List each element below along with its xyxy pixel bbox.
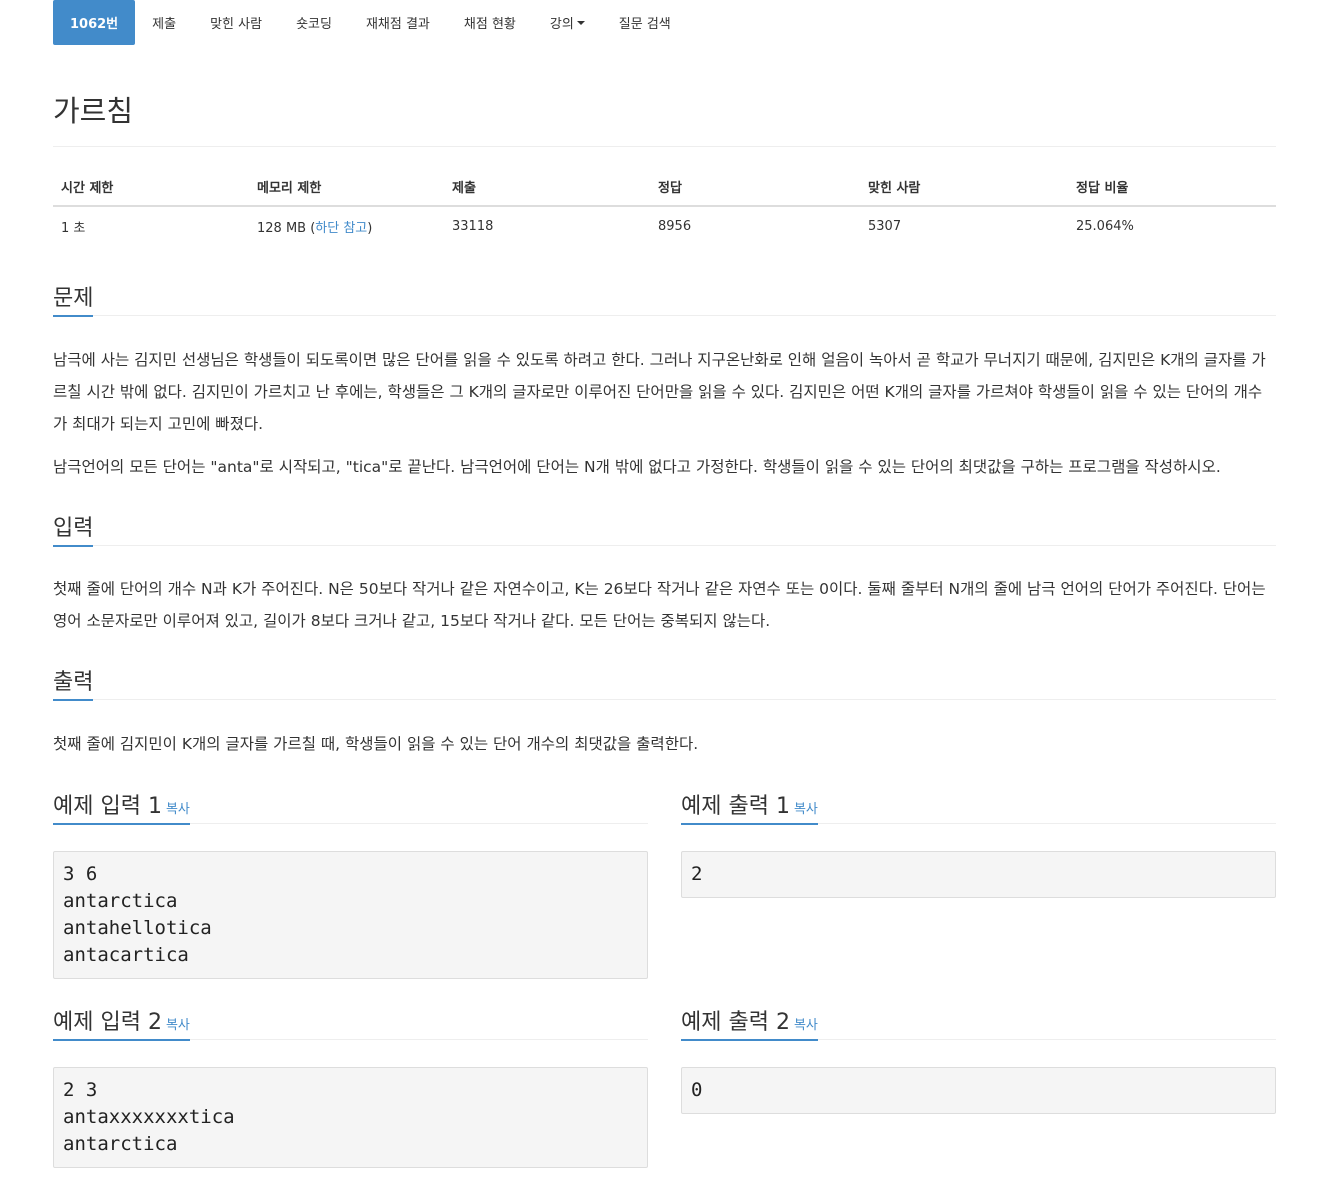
tab-submit[interactable]: 제출 [135, 0, 193, 45]
sample-input-2-data: 2 3 antaxxxxxxxtica antarctica [53, 1067, 648, 1168]
sample-output-2-header: 예제 출력 2 복사 [681, 1004, 1276, 1041]
header-accepted: 정답 [650, 168, 860, 207]
problem-info-table: 시간 제한 메모리 제한 제출 정답 맞힌 사람 정답 비율 1 초 128 M… [53, 168, 1276, 245]
output-heading: 출력 [53, 664, 94, 701]
table-row: 1 초 128 MB (하단 참고) 33118 8956 5307 25.06… [53, 206, 1276, 245]
problem-description-2: 남극언어의 모든 단어는 "anta"로 시작되고, "tica"로 끝난다. … [53, 458, 1221, 476]
problem-description: 남극에 사는 김지민 선생님은 학생들이 되도록이면 많은 단어를 읽을 수 있… [53, 351, 1266, 433]
sample-output-1-header: 예제 출력 1 복사 [681, 788, 1276, 825]
sample-output-1-title: 예제 출력 1 복사 [681, 788, 818, 825]
header-memory-limit: 메모리 제한 [249, 168, 444, 207]
memory-limit-close: ) [367, 220, 373, 236]
copy-button[interactable]: 복사 [794, 802, 818, 817]
header-ratio: 정답 비율 [1068, 168, 1276, 207]
sample-input-2-title: 예제 입력 2 복사 [53, 1004, 190, 1041]
sample-input-2-header: 예제 입력 2 복사 [53, 1004, 648, 1041]
input-section-header: 입력 [53, 510, 1276, 547]
sample-output-2-title-text: 예제 출력 2 [681, 1010, 790, 1035]
submissions-value: 33118 [452, 218, 494, 234]
time-limit-value: 1 초 [61, 220, 86, 236]
sample-input-2-title-text: 예제 입력 2 [53, 1010, 162, 1035]
memory-note-link[interactable]: 하단 참고 [315, 221, 367, 236]
page-title: 가르침 [53, 94, 134, 128]
tab-short-coding[interactable]: 숏코딩 [279, 0, 349, 45]
tab-status[interactable]: 채점 현황 [447, 0, 533, 45]
tab-problem-number[interactable]: 1062번 [53, 0, 136, 45]
sample-input-1-data: 3 6 antarctica antahellotica antacartica [53, 851, 648, 979]
tab-rejudge[interactable]: 재채점 결과 [349, 0, 447, 45]
memory-limit-cell: 128 MB (하단 참고) [249, 206, 444, 245]
problem-menu: 1062번 제출 맞힌 사람 숏코딩 재채점 결과 채점 현황 강의 질문 검색 [53, 0, 1276, 45]
problem-heading: 문제 [53, 280, 94, 317]
tab-lecture-dropdown[interactable]: 강의 [533, 0, 602, 45]
ratio-value: 25.064% [1076, 218, 1134, 234]
tab-lecture-label: 강의 [549, 17, 574, 32]
output-description: 첫째 줄에 김지민이 K개의 글자를 가르칠 때, 학생들이 읽을 수 있는 단… [53, 735, 699, 753]
header-time-limit: 시간 제한 [53, 168, 249, 207]
sample-input-1-header: 예제 입력 1 복사 [53, 788, 648, 825]
tab-question-search[interactable]: 질문 검색 [602, 0, 688, 45]
problem-page: 1062번 제출 맞힌 사람 숏코딩 재채점 결과 채점 현황 강의 질문 검색… [53, 0, 1276, 1168]
header-submissions: 제출 [444, 168, 650, 207]
accepted-value: 8956 [658, 218, 692, 234]
sample-output-2-title: 예제 출력 2 복사 [681, 1004, 818, 1041]
solvers-value: 5307 [868, 218, 902, 234]
sample-input-1-title-text: 예제 입력 1 [53, 794, 162, 819]
copy-button[interactable]: 복사 [166, 1018, 190, 1033]
copy-button[interactable]: 복사 [794, 1018, 818, 1033]
title-divider [53, 146, 1276, 147]
memory-limit-value: 128 MB ( [257, 220, 316, 236]
output-section-header: 출력 [53, 664, 1276, 701]
sample-output-1-data: 2 [681, 851, 1276, 898]
sample-output-2-data: 0 [681, 1067, 1276, 1114]
header-solvers: 맞힌 사람 [860, 168, 1068, 207]
input-heading: 입력 [53, 510, 94, 547]
caret-down-icon [576, 20, 585, 25]
problem-section-header: 문제 [53, 280, 1276, 317]
input-description: 첫째 줄에 단어의 개수 N과 K가 주어진다. N은 50보다 작거나 같은 … [53, 580, 1266, 630]
sample-input-1-title: 예제 입력 1 복사 [53, 788, 190, 825]
tab-solvers[interactable]: 맞힌 사람 [193, 0, 279, 45]
copy-button[interactable]: 복사 [166, 802, 190, 817]
sample-output-1-title-text: 예제 출력 1 [681, 794, 790, 819]
